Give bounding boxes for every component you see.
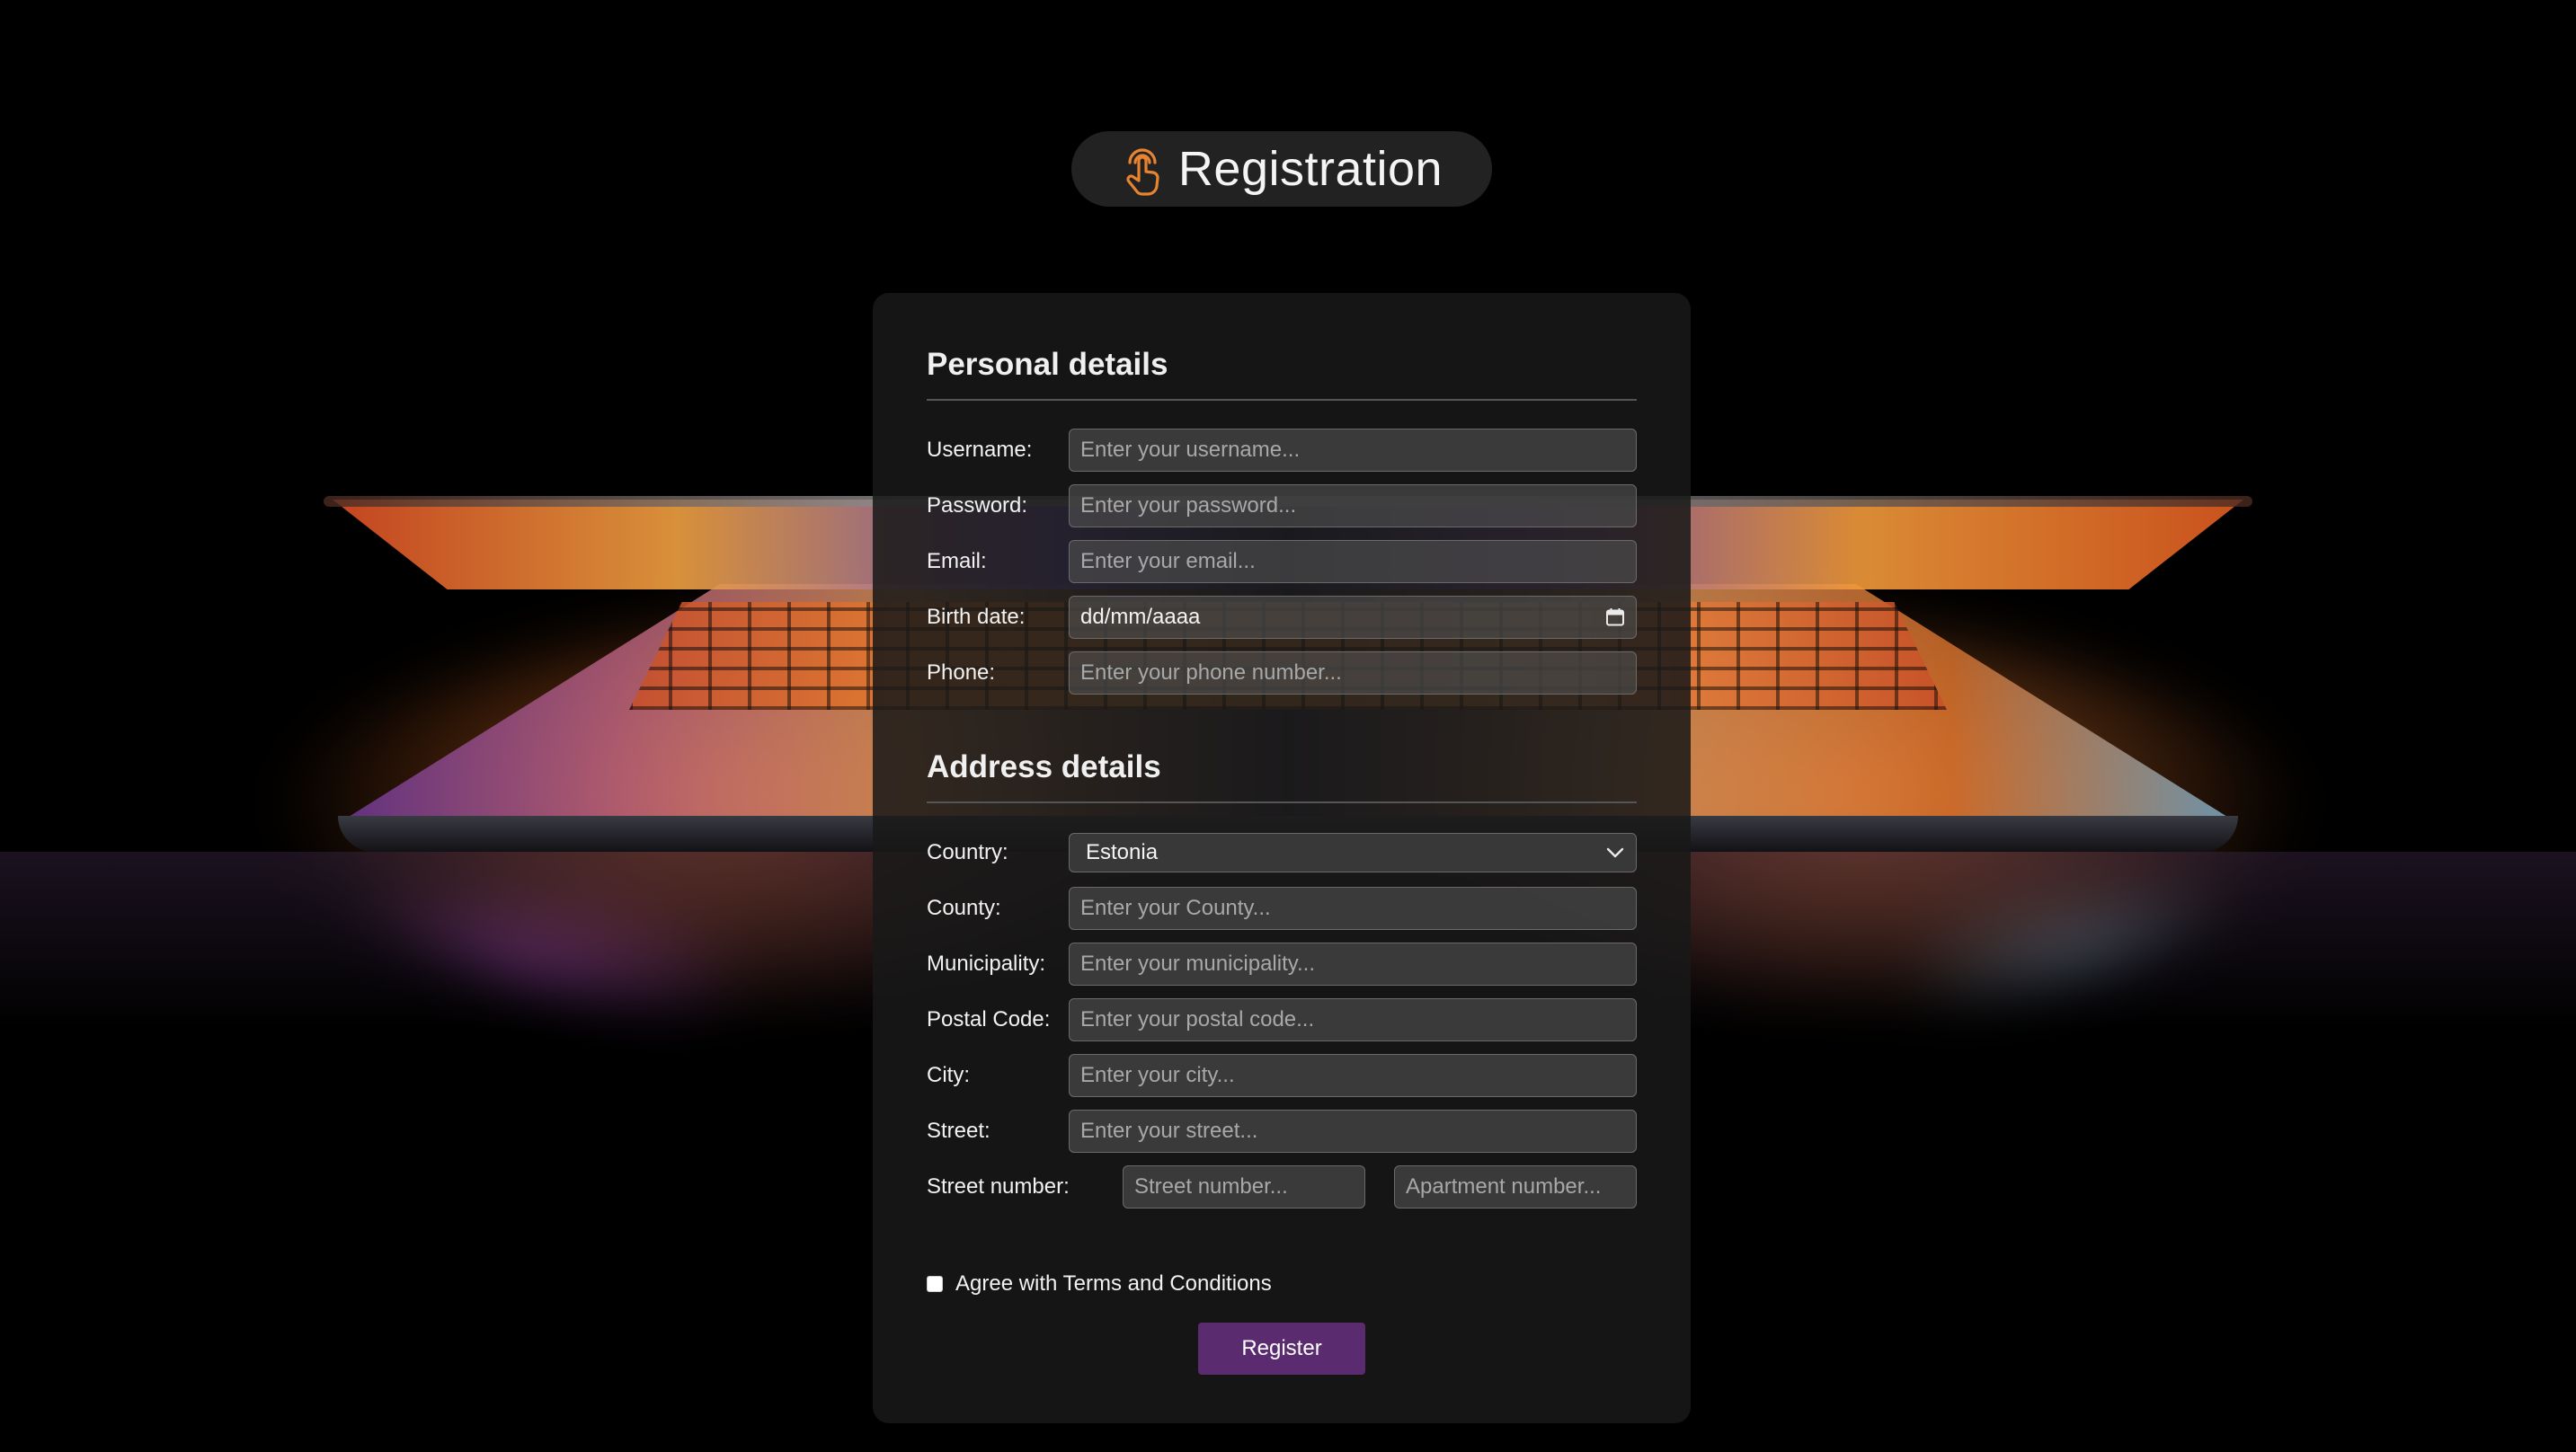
- postal-code-row: Postal Code:: [927, 997, 1637, 1042]
- terms-label[interactable]: Agree with Terms and Conditions: [955, 1271, 1272, 1297]
- street-label: Street:: [927, 1119, 990, 1143]
- municipality-label: Municipality:: [927, 952, 1046, 976]
- page-header: Registration: [1071, 131, 1492, 207]
- city-label: City:: [927, 1063, 970, 1087]
- country-label: Country:: [927, 840, 1008, 864]
- postal-code-label: Postal Code:: [927, 1007, 1051, 1031]
- calendar-icon[interactable]: [1605, 607, 1625, 627]
- street-number-input[interactable]: [1123, 1165, 1365, 1209]
- municipality-row: Municipality:: [927, 942, 1637, 987]
- registration-form: Personal details Username: Password: Ema…: [873, 293, 1691, 1423]
- register-wrap: Register: [927, 1323, 1637, 1375]
- birth-date-input[interactable]: dd/mm/aaaa: [1069, 596, 1637, 639]
- birth-date-row: Birth date: dd/mm/aaaa: [927, 595, 1637, 640]
- county-input[interactable]: [1069, 887, 1637, 930]
- password-row: Password:: [927, 483, 1637, 528]
- register-button[interactable]: Register: [1198, 1323, 1365, 1375]
- street-row: Street:: [927, 1109, 1637, 1154]
- username-row: Username:: [927, 428, 1637, 473]
- birth-date-label: Birth date:: [927, 605, 1026, 629]
- password-label: Password:: [927, 493, 1028, 518]
- city-input[interactable]: [1069, 1054, 1637, 1097]
- username-input[interactable]: [1069, 429, 1637, 472]
- email-row: Email:: [927, 539, 1637, 584]
- country-row: Country: Estonia: [927, 830, 1637, 875]
- terms-row: Agree with Terms and Conditions: [927, 1270, 1637, 1297]
- country-value: Estonia: [1086, 840, 1159, 864]
- terms-checkbox[interactable]: [927, 1276, 943, 1292]
- username-label: Username:: [927, 438, 1033, 462]
- password-input[interactable]: [1069, 484, 1637, 527]
- street-number-fields: [1123, 1165, 1637, 1209]
- phone-row: Phone:: [927, 651, 1637, 695]
- city-row: City:: [927, 1053, 1637, 1098]
- street-number-row: Street number:: [927, 1164, 1637, 1209]
- birth-date-value: dd/mm/aaaa: [1080, 605, 1201, 629]
- phone-input[interactable]: [1069, 651, 1637, 695]
- street-number-label: Street number:: [927, 1174, 1070, 1199]
- email-label: Email:: [927, 549, 987, 573]
- address-details-heading: Address details: [927, 749, 1161, 784]
- county-label: County:: [927, 896, 1001, 920]
- postal-code-input[interactable]: [1069, 998, 1637, 1041]
- chevron-down-icon: [1605, 840, 1625, 865]
- street-input[interactable]: [1069, 1110, 1637, 1153]
- section-divider: [927, 801, 1637, 803]
- municipality-input[interactable]: [1069, 943, 1637, 986]
- county-row: County:: [927, 886, 1637, 931]
- personal-details-heading: Personal details: [927, 347, 1168, 382]
- email-input[interactable]: [1069, 540, 1637, 583]
- touch-hand-icon: [1121, 141, 1164, 197]
- country-select[interactable]: Estonia: [1069, 833, 1637, 872]
- section-divider: [927, 399, 1637, 401]
- page-title: Registration: [1177, 142, 1443, 196]
- phone-label: Phone:: [927, 660, 996, 685]
- apartment-number-input[interactable]: [1394, 1165, 1637, 1209]
